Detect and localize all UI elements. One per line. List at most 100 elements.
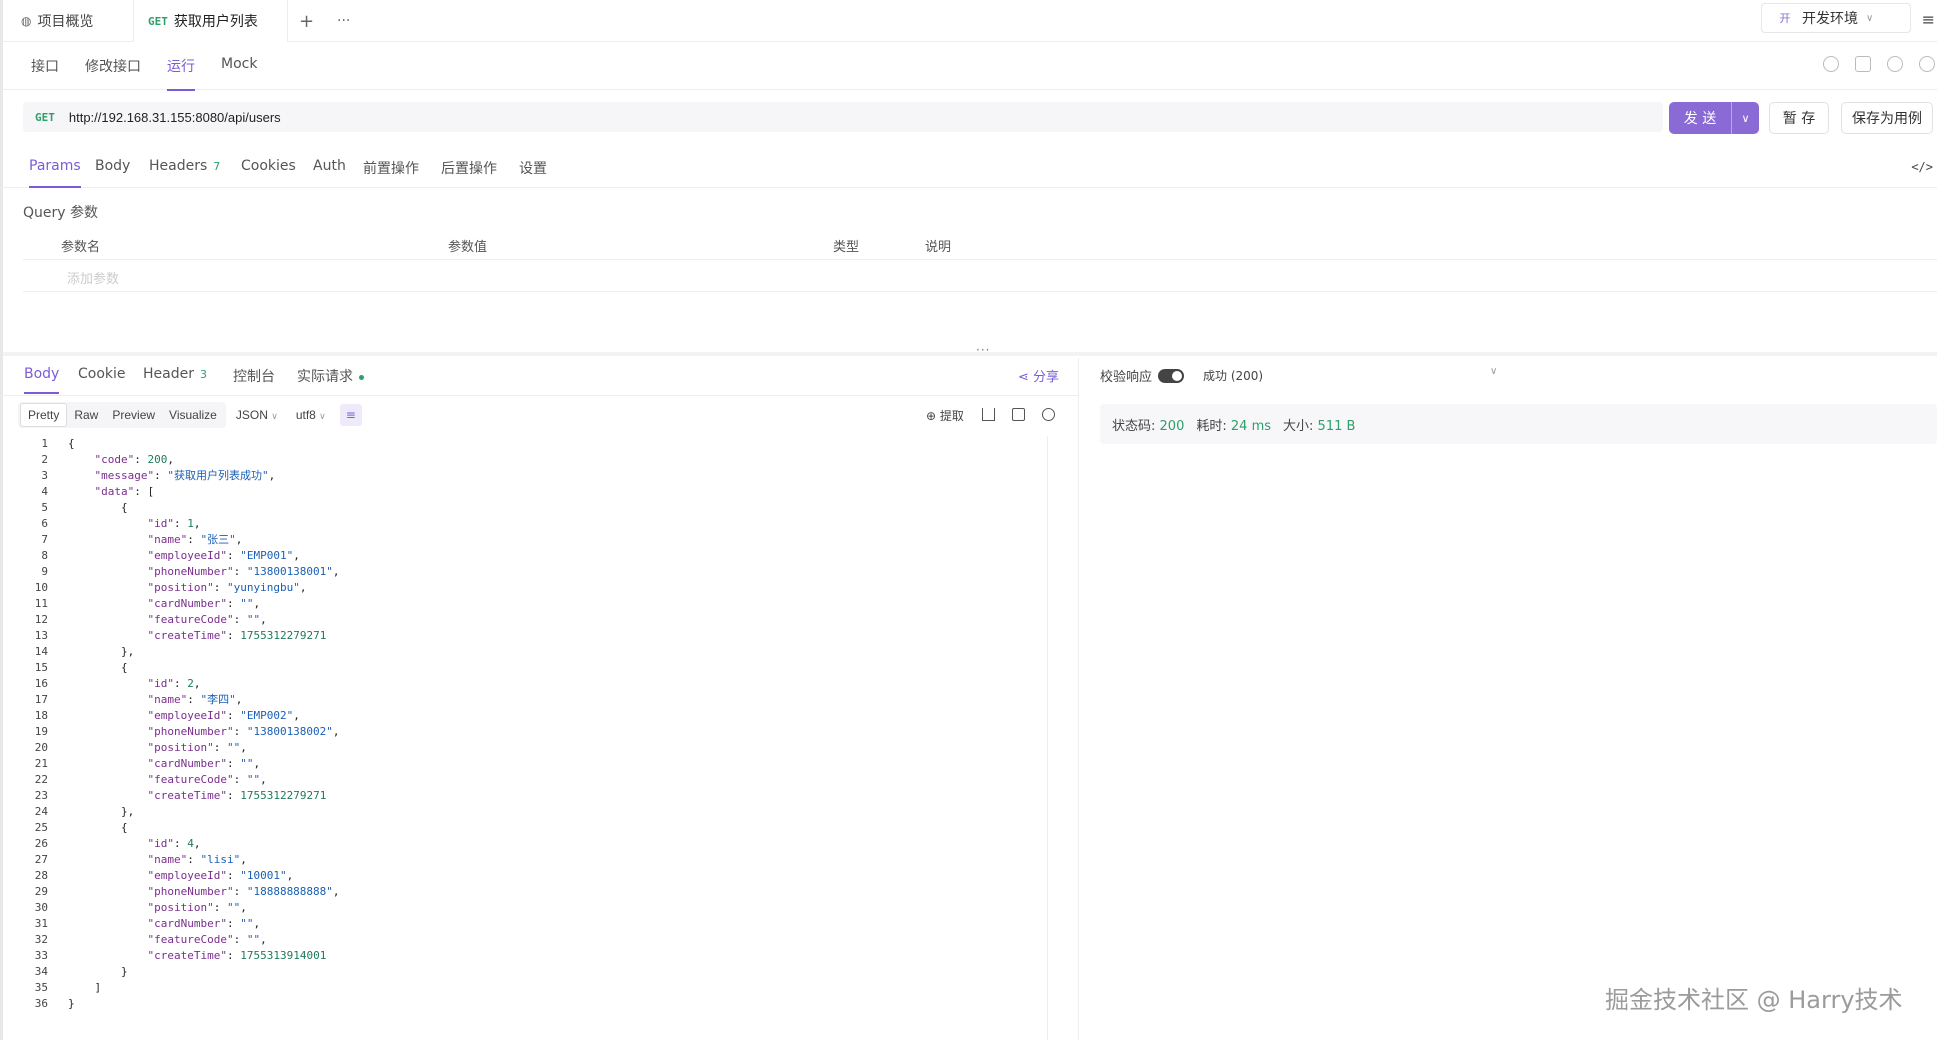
col-param-value: 参数值: [448, 240, 488, 255]
code-line: {: [68, 501, 128, 514]
save-as-case-button[interactable]: 保存为用例: [1841, 102, 1933, 134]
toggle-switch[interactable]: [1158, 368, 1185, 383]
line-number: 17: [34, 693, 48, 706]
tab-pre-operation[interactable]: 前置操作: [363, 158, 419, 190]
col-param-name: 参数名: [61, 240, 101, 255]
tab-response-header[interactable]: Header 3: [143, 366, 207, 392]
code-line: "createTime": 1755312279271: [147, 789, 327, 802]
line-number: 29: [34, 885, 48, 898]
chevron-down-icon[interactable]: ∨: [1490, 366, 1497, 377]
editor-scrollbar[interactable]: [1047, 436, 1048, 1040]
extract-button[interactable]: ⊕ 提取: [926, 407, 964, 424]
line-number: 6: [41, 517, 48, 530]
col-param-desc: 说明: [925, 240, 952, 255]
tab-settings[interactable]: 设置: [519, 158, 547, 190]
environment-select[interactable]: 开 开发环境 ∨: [1761, 3, 1911, 33]
line-number: 2: [41, 453, 48, 466]
add-param-placeholder[interactable]: 添加参数: [67, 268, 119, 287]
line-number: 1: [41, 437, 48, 450]
tab-interface[interactable]: 接口: [31, 56, 59, 89]
tab-console[interactable]: 控制台: [233, 366, 275, 396]
code-view-icon[interactable]: </>: [1911, 160, 1933, 174]
more-tabs-button[interactable]: ···: [337, 0, 350, 42]
tab-edit-interface[interactable]: 修改接口: [85, 56, 141, 89]
code-line: "id": 1,: [147, 517, 201, 530]
status-dot-icon: [359, 374, 364, 380]
tab-auth[interactable]: Auth: [313, 158, 346, 186]
code-line: "createTime": 1755312279271: [147, 629, 327, 642]
line-number: 26: [34, 837, 48, 850]
tab-request[interactable]: GET 获取用户列表: [133, 0, 288, 42]
download-icon[interactable]: [982, 408, 995, 421]
url-bar: GET: [23, 102, 1663, 132]
url-input[interactable]: [68, 109, 1569, 125]
tab-mock[interactable]: Mock: [221, 56, 257, 85]
environment-badge-icon: 开: [1779, 12, 1791, 25]
response-body-editor[interactable]: 1 {2 "code": 200, 3 "message": "获取用户列表成功",…: [18, 436, 1058, 1040]
history-icon[interactable]: [1823, 56, 1839, 72]
view-visualize[interactable]: Visualize: [162, 404, 224, 426]
code-line: "name": "张三",: [147, 533, 243, 546]
share-button[interactable]: ⋖ 分享: [1018, 366, 1059, 385]
code-line: },: [68, 805, 135, 818]
query-params-title: Query 参数: [23, 205, 98, 221]
view-pretty[interactable]: Pretty: [20, 403, 68, 427]
validate-response-toggle[interactable]: 校验响应: [1100, 366, 1185, 385]
share-link-icon[interactable]: [1887, 56, 1903, 72]
code-line: "position": "",: [147, 741, 247, 754]
code-line: "cardNumber": "",: [147, 917, 261, 930]
code-line: "featureCode": "",: [147, 933, 267, 946]
line-number: 5: [41, 501, 48, 514]
tab-cookies[interactable]: Cookies: [241, 158, 296, 186]
line-number: 15: [34, 661, 48, 674]
query-params-header: 参数名 参数值 类型 说明: [23, 230, 1937, 260]
line-number: 33: [34, 949, 48, 962]
panel-divider[interactable]: [3, 352, 1937, 356]
format-select[interactable]: JSON ∨: [236, 408, 278, 422]
code-line: "cardNumber": "",: [147, 757, 261, 770]
code-line: ]: [68, 981, 102, 994]
code-line: "name": "李四",: [147, 693, 243, 706]
line-number: 28: [34, 869, 48, 882]
tab-project-overview[interactable]: ◍ 项目概览: [21, 0, 93, 42]
add-tab-button[interactable]: +: [299, 0, 314, 42]
chevron-down-icon: ∨: [1866, 12, 1874, 24]
tab-params[interactable]: Params: [29, 158, 81, 188]
line-number: 24: [34, 805, 48, 818]
tab-headers[interactable]: Headers 7: [149, 158, 220, 186]
tab-body[interactable]: Body: [95, 158, 130, 186]
tab-response-body[interactable]: Body: [24, 366, 60, 394]
chevron-down-icon: ∨: [319, 411, 326, 421]
add-param-row[interactable]: 添加参数: [23, 260, 1937, 292]
tab-response-cookie[interactable]: Cookie: [78, 366, 126, 392]
line-number: 35: [34, 981, 48, 994]
tab-run[interactable]: 运行: [167, 56, 195, 91]
search-icon[interactable]: [1042, 408, 1055, 421]
menu-icon[interactable]: ≡: [1922, 10, 1935, 29]
view-raw[interactable]: Raw: [67, 404, 105, 426]
line-number: 25: [34, 821, 48, 834]
gear-icon[interactable]: [1919, 56, 1935, 72]
send-button[interactable]: 发 送 ∨: [1669, 102, 1759, 134]
view-preview[interactable]: Preview: [105, 404, 162, 426]
line-number: 22: [34, 773, 48, 786]
drag-handle[interactable]: ···: [976, 343, 990, 357]
tab-actual-request[interactable]: 实际请求: [297, 366, 364, 396]
copy-icon[interactable]: [1855, 56, 1871, 72]
response-tabs: Body Cookie Header 3 控制台 实际请求: [3, 358, 1078, 396]
line-number: 9: [41, 565, 48, 578]
code-line: "data": [: [94, 485, 155, 498]
line-number: 7: [41, 533, 48, 546]
encoding-select[interactable]: utf8 ∨: [296, 408, 326, 422]
line-number: 11: [34, 597, 48, 610]
line-number: 21: [34, 757, 48, 770]
copy-response-icon[interactable]: [1012, 408, 1025, 421]
line-number: 10: [34, 581, 48, 594]
tab-post-operation[interactable]: 后置操作: [441, 158, 497, 190]
code-line: "phoneNumber": "13800138001",: [147, 565, 340, 578]
wrap-lines-icon[interactable]: ≡: [339, 404, 362, 426]
save-temp-button[interactable]: 暂 存: [1769, 102, 1829, 134]
url-method[interactable]: GET: [35, 111, 55, 124]
response-split-divider[interactable]: [1078, 358, 1079, 1040]
chevron-down-icon[interactable]: ∨: [1731, 102, 1759, 134]
